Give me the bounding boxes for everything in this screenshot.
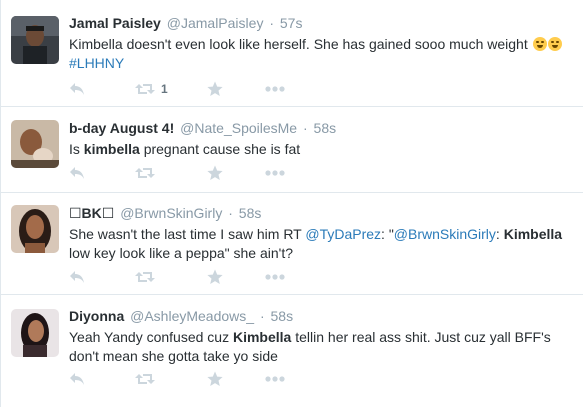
tweet-actions xyxy=(69,163,305,183)
display-name[interactable]: ☐BK☐ xyxy=(69,205,114,221)
more-button[interactable] xyxy=(265,163,305,183)
favorite-button[interactable] xyxy=(207,79,265,99)
reply-arrow-icon xyxy=(70,373,84,385)
tweet-text: Is kimbella pregnant cause she is fat xyxy=(69,140,576,159)
retweet-icon xyxy=(135,168,155,178)
more-dots-icon xyxy=(265,376,285,382)
favorite-button[interactable] xyxy=(207,267,265,287)
tweet-text-part: Kimbella doesn't even look like herself.… xyxy=(69,36,528,52)
separator: · xyxy=(228,205,233,221)
more-button[interactable] xyxy=(265,267,305,287)
separator: · xyxy=(302,120,308,136)
tweet-text-part: : " xyxy=(381,226,394,242)
reply-button[interactable] xyxy=(69,369,135,389)
retweet-button[interactable] xyxy=(135,163,207,183)
more-dots-icon xyxy=(265,170,285,176)
tweet-actions xyxy=(69,267,305,287)
reply-arrow-icon xyxy=(70,167,84,179)
hashtag-link[interactable]: #LHHNY xyxy=(69,55,124,71)
tweet-header: Diyonna @AshleyMeadows_ · 58s xyxy=(69,307,576,325)
username[interactable]: @JamalPaisley xyxy=(167,15,264,31)
mention-link[interactable]: @TyDaPrez xyxy=(305,226,381,242)
timestamp[interactable]: 57s xyxy=(280,15,303,31)
tweet-text: Kimbella doesn't even look like herself.… xyxy=(69,35,576,73)
avatar[interactable] xyxy=(11,309,59,357)
favorite-button[interactable] xyxy=(207,163,265,183)
reply-button[interactable] xyxy=(69,267,135,287)
username[interactable]: @AshleyMeadows_ xyxy=(130,308,254,324)
retweet-button[interactable] xyxy=(135,267,207,287)
avatar[interactable] xyxy=(11,205,59,253)
avatar[interactable] xyxy=(11,120,59,168)
tweet-header: b-day August 4! @Nate_SpoilesMe · 58s xyxy=(69,119,576,137)
more-button[interactable] xyxy=(265,79,305,99)
tweet-text-part: Yeah Yandy confused cuz xyxy=(69,329,233,345)
tweet-text-part: : xyxy=(495,226,504,242)
retweet-icon xyxy=(135,272,155,282)
tweet-header: Jamal Paisley @JamalPaisley · 57s xyxy=(69,14,576,32)
display-name[interactable]: Jamal Paisley xyxy=(69,15,161,31)
retweet-button[interactable]: 1 xyxy=(135,79,207,99)
tweet-text-part: Is xyxy=(69,141,84,157)
avatar[interactable] xyxy=(11,16,59,64)
more-button[interactable] xyxy=(265,369,305,389)
timestamp[interactable]: 58s xyxy=(271,308,294,324)
tired-face-emoji xyxy=(547,37,562,51)
keyword-highlight: kimbella xyxy=(83,141,140,157)
tweet-header: ☐BK☐ @BrwnSkinGirly · 58s xyxy=(69,204,576,222)
tweet-text: Yeah Yandy confused cuz Kimbella tellin … xyxy=(69,328,576,366)
tweet-item[interactable]: Diyonna @AshleyMeadows_ · 58s Yeah Yandy… xyxy=(1,295,583,407)
star-icon xyxy=(207,81,223,96)
retweet-count: 1 xyxy=(161,82,168,96)
reply-arrow-icon xyxy=(70,83,84,95)
retweet-icon xyxy=(135,374,155,384)
reply-button[interactable] xyxy=(69,79,135,99)
tweet-text-part: pregnant cause she is fat xyxy=(139,141,301,157)
more-dots-icon xyxy=(265,274,285,280)
keyword-highlight: Kimbella xyxy=(232,329,292,345)
display-name[interactable]: Diyonna xyxy=(69,308,124,324)
reply-button[interactable] xyxy=(69,163,135,183)
tweet-text-part: She wasn't the last time I saw him RT xyxy=(69,226,306,242)
tweet-actions: 1 xyxy=(69,79,305,99)
tweet-text-part: low key look like a peppa" she ain't? xyxy=(69,245,293,261)
timestamp[interactable]: 58s xyxy=(239,205,262,221)
display-name[interactable]: b-day August 4! xyxy=(69,120,174,136)
tweet-item[interactable]: b-day August 4! @Nate_SpoilesMe · 58s Is… xyxy=(1,107,583,193)
star-icon xyxy=(207,371,223,386)
tweet-item[interactable]: Jamal Paisley @JamalPaisley · 57s Kimbel… xyxy=(1,0,583,107)
more-dots-icon xyxy=(265,86,285,92)
retweet-icon xyxy=(135,84,155,94)
star-icon xyxy=(207,269,223,284)
username[interactable]: @BrwnSkinGirly xyxy=(120,205,222,221)
keyword-highlight: Kimbella xyxy=(503,226,563,242)
retweet-button[interactable] xyxy=(135,369,207,389)
tweet-text: She wasn't the last time I saw him RT @T… xyxy=(69,225,576,263)
tears-of-joy-emoji xyxy=(532,37,547,51)
timestamp[interactable]: 58s xyxy=(314,120,337,136)
separator: · xyxy=(259,308,265,324)
tweet-actions xyxy=(69,369,305,389)
mention-link[interactable]: @BrwnSkinGirly xyxy=(394,226,496,242)
separator: · xyxy=(269,15,274,31)
star-icon xyxy=(207,165,223,180)
reply-arrow-icon xyxy=(70,271,84,283)
favorite-button[interactable] xyxy=(207,369,265,389)
tweet-timeline: Jamal Paisley @JamalPaisley · 57s Kimbel… xyxy=(0,0,583,407)
tweet-item[interactable]: ☐BK☐ @BrwnSkinGirly · 58s She wasn't the… xyxy=(1,193,583,295)
username[interactable]: @Nate_SpoilesMe xyxy=(180,120,297,136)
